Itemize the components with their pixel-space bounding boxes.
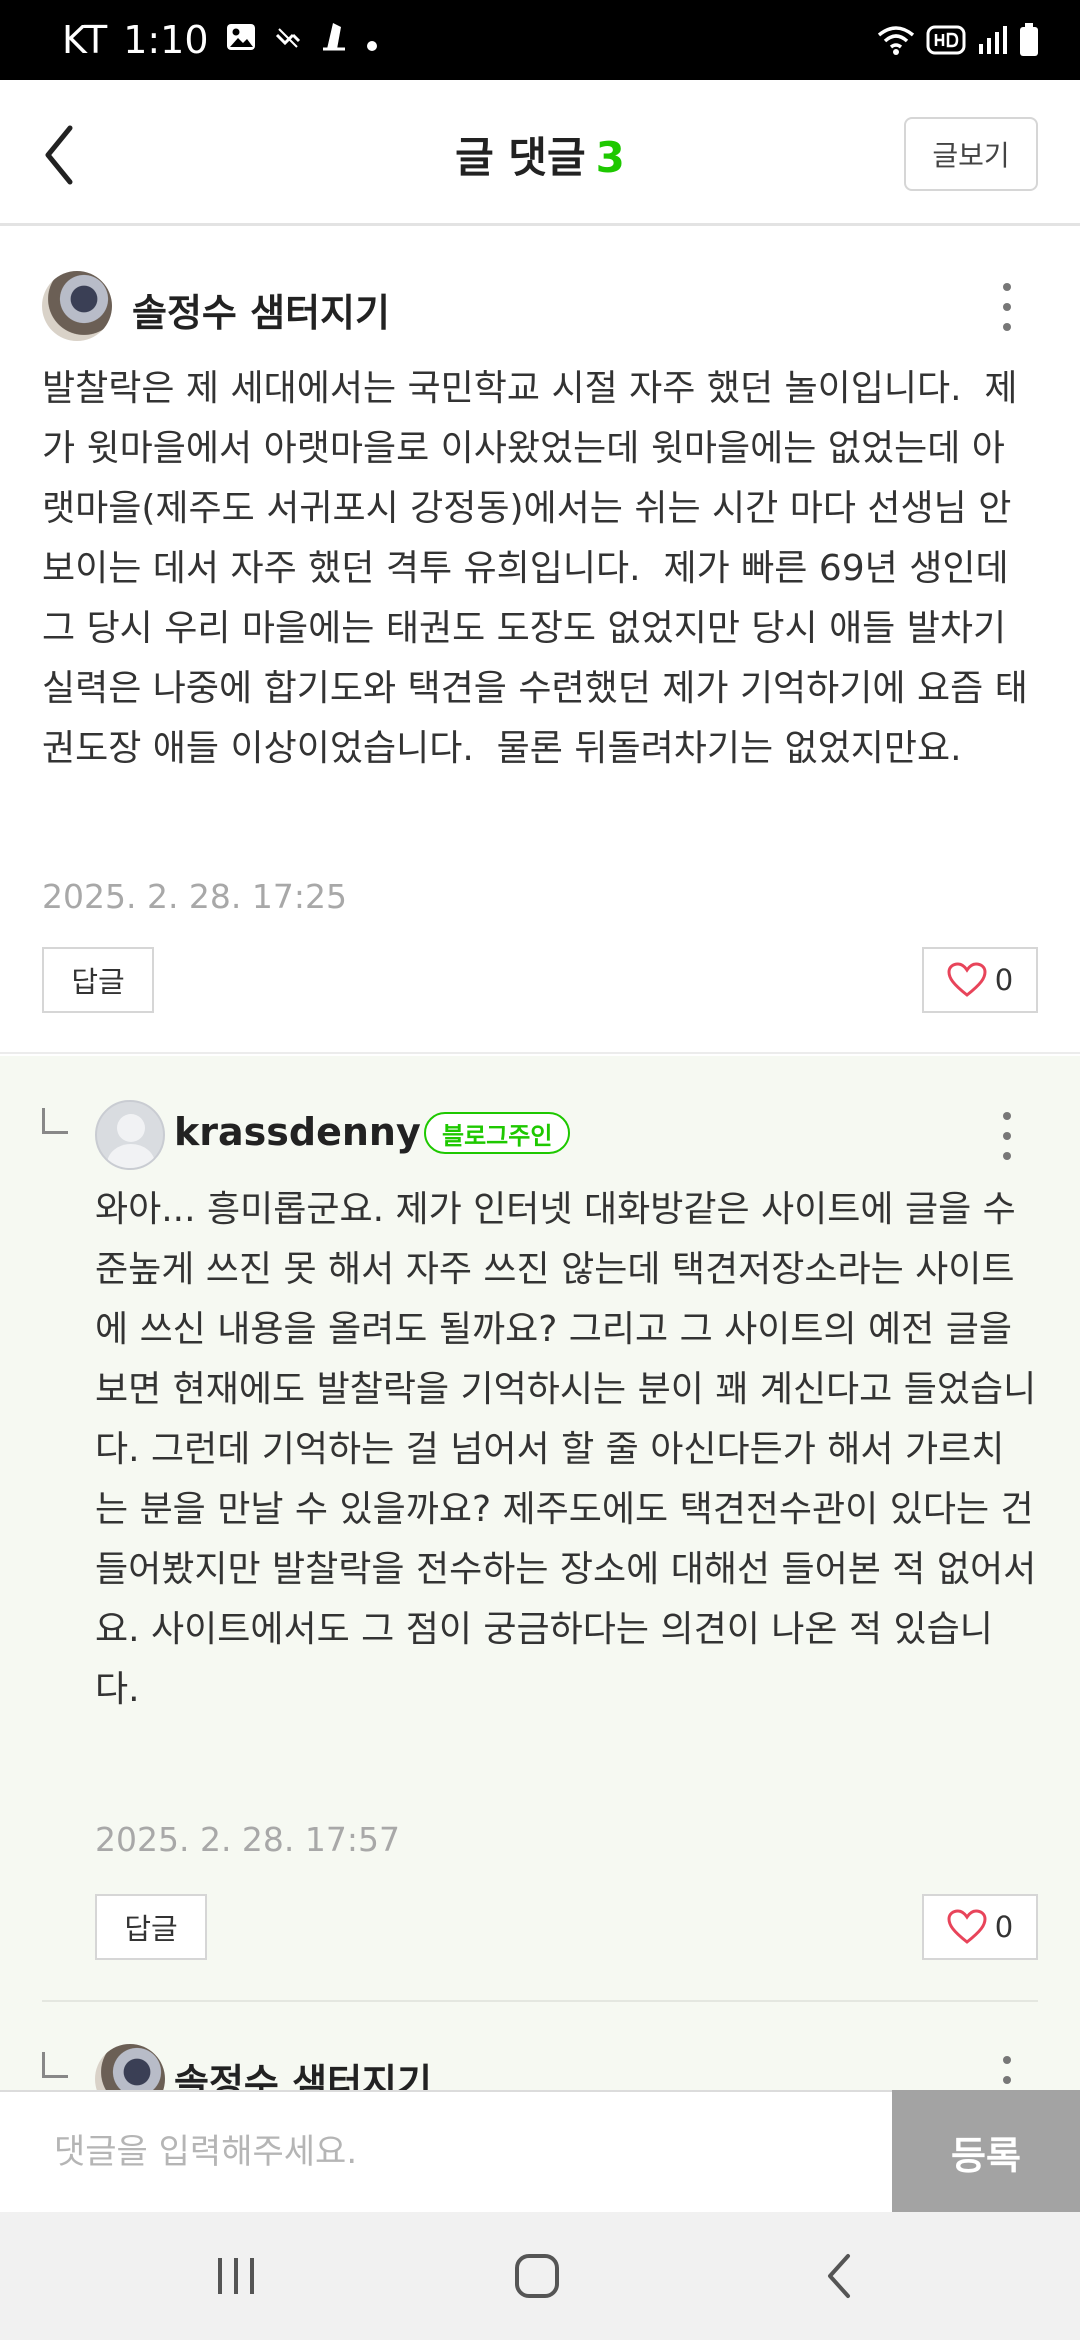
comment-text: 와아... 흥미롭군요. 제가 인터넷 대화방같은 사이트에 글을 수준높게 쓰… xyxy=(95,1189,1046,1710)
back-nav-icon[interactable] xyxy=(800,2246,880,2306)
heart-icon xyxy=(947,1909,987,1944)
comment-input-bar: 등록 xyxy=(0,2090,1080,2214)
reply-indicator-icon xyxy=(42,1108,68,1134)
comment-text: 발찰락은 제 세대에서는 국민학교 시절 자주 했던 놀이입니다. 제가 윗마을… xyxy=(42,368,1028,769)
clock-time: 1:10 xyxy=(123,18,209,62)
reply-button[interactable]: 답글 xyxy=(42,947,154,1013)
comment-item: krassdenny 블로그주인 와아... 흥미롭군요. 제가 인터넷 대화방… xyxy=(0,1056,1080,2000)
carrier-label: KT xyxy=(62,18,108,62)
comment-author[interactable]: krassdenny xyxy=(174,1110,421,1154)
status-bar: KT 1:10 xyxy=(0,0,1080,80)
like-button[interactable]: 0 xyxy=(922,947,1038,1013)
wifi-icon xyxy=(876,23,916,61)
status-left: KT 1:10 xyxy=(62,18,379,62)
avatar[interactable] xyxy=(42,271,112,341)
heart-icon xyxy=(947,962,987,997)
comment-item: 솔정수 샘터지기 xyxy=(0,2000,1080,2090)
missed-call-icon xyxy=(273,18,303,62)
status-right xyxy=(876,22,1040,62)
comment-date: 2025. 2. 28. 17:25 xyxy=(42,877,348,916)
more-options-icon[interactable] xyxy=(992,1106,1022,1166)
more-options-icon[interactable] xyxy=(992,277,1022,337)
recent-apps-icon[interactable] xyxy=(196,2246,276,2306)
hd-icon xyxy=(926,24,966,60)
comment-author[interactable]: 솔정수 샘터지기 xyxy=(174,2052,432,2090)
image-icon xyxy=(225,18,257,62)
comment-input[interactable] xyxy=(0,2092,892,2212)
app-header: 글 댓글 3 글보기 xyxy=(0,80,1080,226)
like-count: 0 xyxy=(994,963,1014,997)
like-count: 0 xyxy=(994,1910,1014,1944)
dot-icon xyxy=(365,18,379,62)
home-icon[interactable] xyxy=(497,2246,577,2306)
reply-indicator-icon xyxy=(42,2052,68,2078)
comment-count: 3 xyxy=(595,133,625,182)
like-button[interactable]: 0 xyxy=(922,1894,1038,1960)
app-notification-icon xyxy=(319,18,349,62)
avatar[interactable] xyxy=(95,2044,165,2090)
reply-button[interactable]: 답글 xyxy=(95,1894,207,1960)
comment-item: 솔정수 샘터지기 발찰락은 제 세대에서는 국민학교 시절 자주 했던 놀이입니… xyxy=(0,229,1080,1054)
blog-owner-badge: 블로그주인 xyxy=(424,1112,571,1154)
submit-button[interactable]: 등록 xyxy=(892,2090,1080,2214)
avatar[interactable] xyxy=(95,1100,165,1170)
more-options-icon[interactable] xyxy=(992,2050,1022,2090)
comment-date: 2025. 2. 28. 17:57 xyxy=(95,1820,401,1859)
divider xyxy=(42,2000,1038,2002)
system-nav-bar xyxy=(0,2212,1080,2340)
battery-icon xyxy=(1018,22,1040,62)
signal-icon xyxy=(976,24,1008,60)
view-post-button[interactable]: 글보기 xyxy=(904,117,1038,191)
page-title-text: 글 댓글 xyxy=(455,133,586,182)
comment-author[interactable]: 솔정수 샘터지기 xyxy=(132,282,390,337)
